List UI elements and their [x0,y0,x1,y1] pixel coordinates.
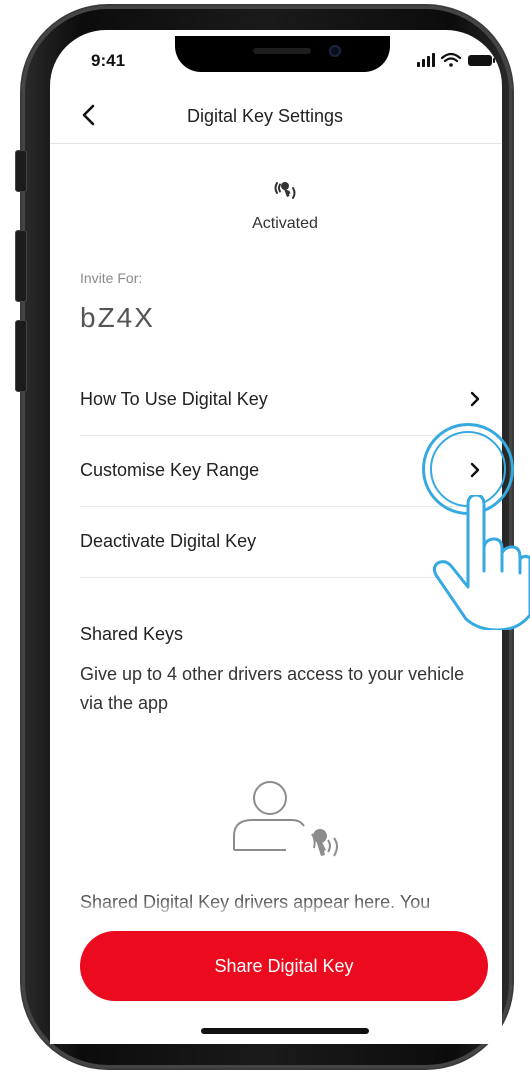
digital-key-icon [274,182,296,199]
volume-up-button [15,230,27,302]
vehicle-name: bZ4X [80,302,155,333]
share-digital-key-button[interactable]: Share Digital Key [80,931,488,1001]
chevron-right-icon [470,391,480,407]
notch [175,36,390,72]
status-icons [417,52,495,67]
wifi-icon [440,52,462,67]
nav-divider [50,143,502,144]
key-status-text: Activated [252,215,318,232]
invite-label: Invite For: [80,270,143,286]
menu-item-label: Customise Key Range [80,460,260,480]
page-title: Digital Key Settings [186,106,344,126]
front-camera [329,45,341,57]
speaker [253,48,311,54]
shared-keys-description: Give up to 4 other drivers access to you… [80,664,465,713]
menu-item-how-to-use[interactable]: How To Use Digital Key [80,365,488,433]
mute-switch [15,150,27,192]
shared-keys-title: Shared Keys [80,624,184,644]
status-time: 9:41 [91,51,126,70]
menu-item-label: How To Use Digital Key [80,389,268,409]
shared-drivers-icon [233,781,338,857]
menu-item-deactivate[interactable]: Deactivate Digital Key [80,507,488,575]
battery-icon [468,55,495,66]
menu-item-label: Deactivate Digital Key [80,531,257,551]
volume-down-button [15,320,27,392]
home-indicator[interactable] [201,1028,369,1034]
signal-icon [417,53,435,67]
pointing-hand-icon [432,495,530,630]
